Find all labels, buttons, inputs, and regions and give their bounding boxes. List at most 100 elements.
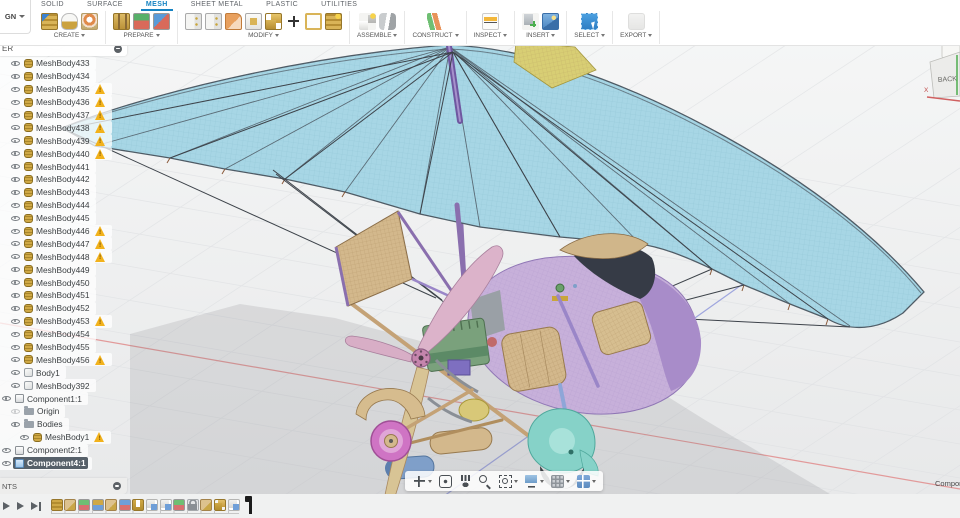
visibility-eye-icon[interactable] [10,252,20,262]
remesh-icon[interactable] [185,12,202,30]
toolbar-group-dropdown[interactable]: PREPARE [123,32,160,39]
ribbon-tab[interactable]: MESH [141,0,173,11]
measure-icon[interactable] [481,12,499,30]
chevron-down-icon[interactable] [513,479,518,483]
visibility-eye-icon[interactable] [10,406,20,416]
visibility-eye-icon[interactable] [10,303,20,313]
browser-item[interactable]: MeshBody435 [0,82,112,96]
visibility-eye-icon[interactable] [10,278,20,288]
comments-icon[interactable] [113,482,121,490]
visibility-eye-icon[interactable] [10,200,20,210]
skip-to-end-icon[interactable] [31,501,41,511]
insert-mesh-feature-icon[interactable] [105,498,118,511]
nav-button[interactable] [475,471,495,491]
browser-item[interactable]: MeshBody449 [0,263,96,277]
toolbar-group-dropdown[interactable]: ASSEMBLE [357,32,398,39]
visibility-eye-icon[interactable] [10,265,20,275]
visibility-eye-icon[interactable] [10,84,20,94]
visibility-eye-icon[interactable] [10,419,20,429]
visibility-eye-icon[interactable] [1,394,11,404]
step-forward-icon[interactable] [17,502,24,510]
create-tspline-icon[interactable] [81,12,98,30]
browser-item[interactable]: MeshBody452 [0,301,96,315]
clamp-feature-icon[interactable] [132,498,145,511]
insert-derive-icon[interactable] [522,12,540,30]
mesh-edit-feature-icon[interactable] [91,498,104,511]
combine-feature-icon[interactable] [213,498,226,511]
component-feature-icon[interactable] [159,498,172,511]
construction-plane-icon[interactable] [427,12,445,30]
ribbon-tab[interactable]: PLASTIC [261,0,303,11]
visibility-eye-icon[interactable] [10,136,20,146]
paint-face-groups-icon[interactable] [133,12,150,30]
browser-item[interactable]: Component2:1 [0,443,88,457]
mesh-body-feature-icon[interactable] [50,498,63,511]
browser-item[interactable]: MeshBody441 [0,160,96,174]
browser-item[interactable]: Origin [0,405,66,418]
browser-item[interactable]: MeshBody445 [0,211,96,225]
browser-item[interactable]: Component1:1 [0,392,88,406]
plane-cut-icon[interactable] [305,12,322,30]
visibility-eye-icon[interactable] [10,381,20,391]
visibility-eye-icon[interactable] [10,187,20,197]
browser-item[interactable]: MeshBody447 [0,237,112,251]
face-groups-from-color-icon[interactable] [153,12,170,30]
component-feature-icon[interactable] [145,498,158,511]
ribbon-tab[interactable]: UTILITIES [316,0,362,11]
visibility-eye-icon[interactable] [10,329,20,339]
chevron-down-icon[interactable] [591,479,596,483]
component-feature-icon[interactable] [227,498,240,511]
visibility-eye-icon[interactable] [19,432,29,442]
nav-button[interactable] [495,471,521,491]
toolbar-group-dropdown[interactable]: CONSTRUCT [412,32,459,39]
browser-item[interactable]: Body1 [0,366,66,380]
joint-icon[interactable] [378,12,396,30]
visibility-eye-icon[interactable] [10,316,20,326]
ribbon-tab[interactable]: SHEET METAL [186,0,248,11]
combine-icon[interactable] [265,12,282,30]
visibility-eye-icon[interactable] [10,226,20,236]
browser-item[interactable]: MeshBody454 [0,327,96,341]
insert-mesh-icon[interactable] [41,12,58,30]
toolbar-group-dropdown[interactable]: CREATE [54,32,86,39]
browser-item[interactable]: MeshBody448 [0,250,112,264]
browser-item[interactable]: MeshBody1 [0,430,112,444]
visibility-eye-icon[interactable] [10,290,20,300]
chevron-down-icon[interactable] [565,479,570,483]
browser-item[interactable]: MeshBody438 [0,121,112,135]
chevron-down-icon[interactable] [539,479,544,483]
viewcube-face-label[interactable]: BACK [938,76,958,84]
workspace-selector[interactable]: GN [0,0,31,34]
browser-item[interactable]: MeshBody442 [0,173,96,186]
visibility-eye-icon[interactable] [10,342,20,352]
insert-mesh-feature-icon[interactable] [64,498,77,511]
browser-item[interactable]: Bodies [0,417,69,431]
browser-item[interactable]: MeshBody455 [0,340,96,354]
browser-item[interactable]: MeshBody436 [0,95,112,109]
browser-item[interactable]: MeshBody434 [0,69,96,83]
remesh-settings-icon[interactable] [205,12,222,30]
browser-item[interactable]: Component4:1 [0,456,92,470]
visibility-eye-icon[interactable] [10,110,20,120]
toolbar-group-dropdown[interactable]: EXPORT [620,32,653,39]
visibility-eye-icon[interactable] [10,97,20,107]
toolbar-group-dropdown[interactable]: MODIFY [248,32,279,39]
nav-button[interactable] [547,471,573,491]
face-group-feature-icon[interactable] [173,498,186,511]
visibility-eye-icon[interactable] [10,174,20,184]
browser-item[interactable]: MeshBody433 [0,57,96,70]
export-icon[interactable] [627,12,645,30]
reduce-icon[interactable] [225,12,242,30]
nav-button[interactable] [573,471,599,491]
visibility-eye-icon[interactable] [10,239,20,249]
visibility-eye-icon[interactable] [1,458,11,468]
ribbon-tab[interactable]: SURFACE [82,0,128,11]
viewport-canvas[interactable] [0,0,960,518]
timeline-position-marker[interactable] [245,496,252,514]
create-mesh-section-icon[interactable] [61,12,78,30]
visibility-eye-icon[interactable] [10,213,20,223]
ribbon-tab[interactable]: SOLID [36,0,69,11]
browser-item[interactable]: MeshBody443 [0,185,96,199]
new-component-icon[interactable] [358,12,376,30]
visibility-eye-icon[interactable] [10,71,20,81]
